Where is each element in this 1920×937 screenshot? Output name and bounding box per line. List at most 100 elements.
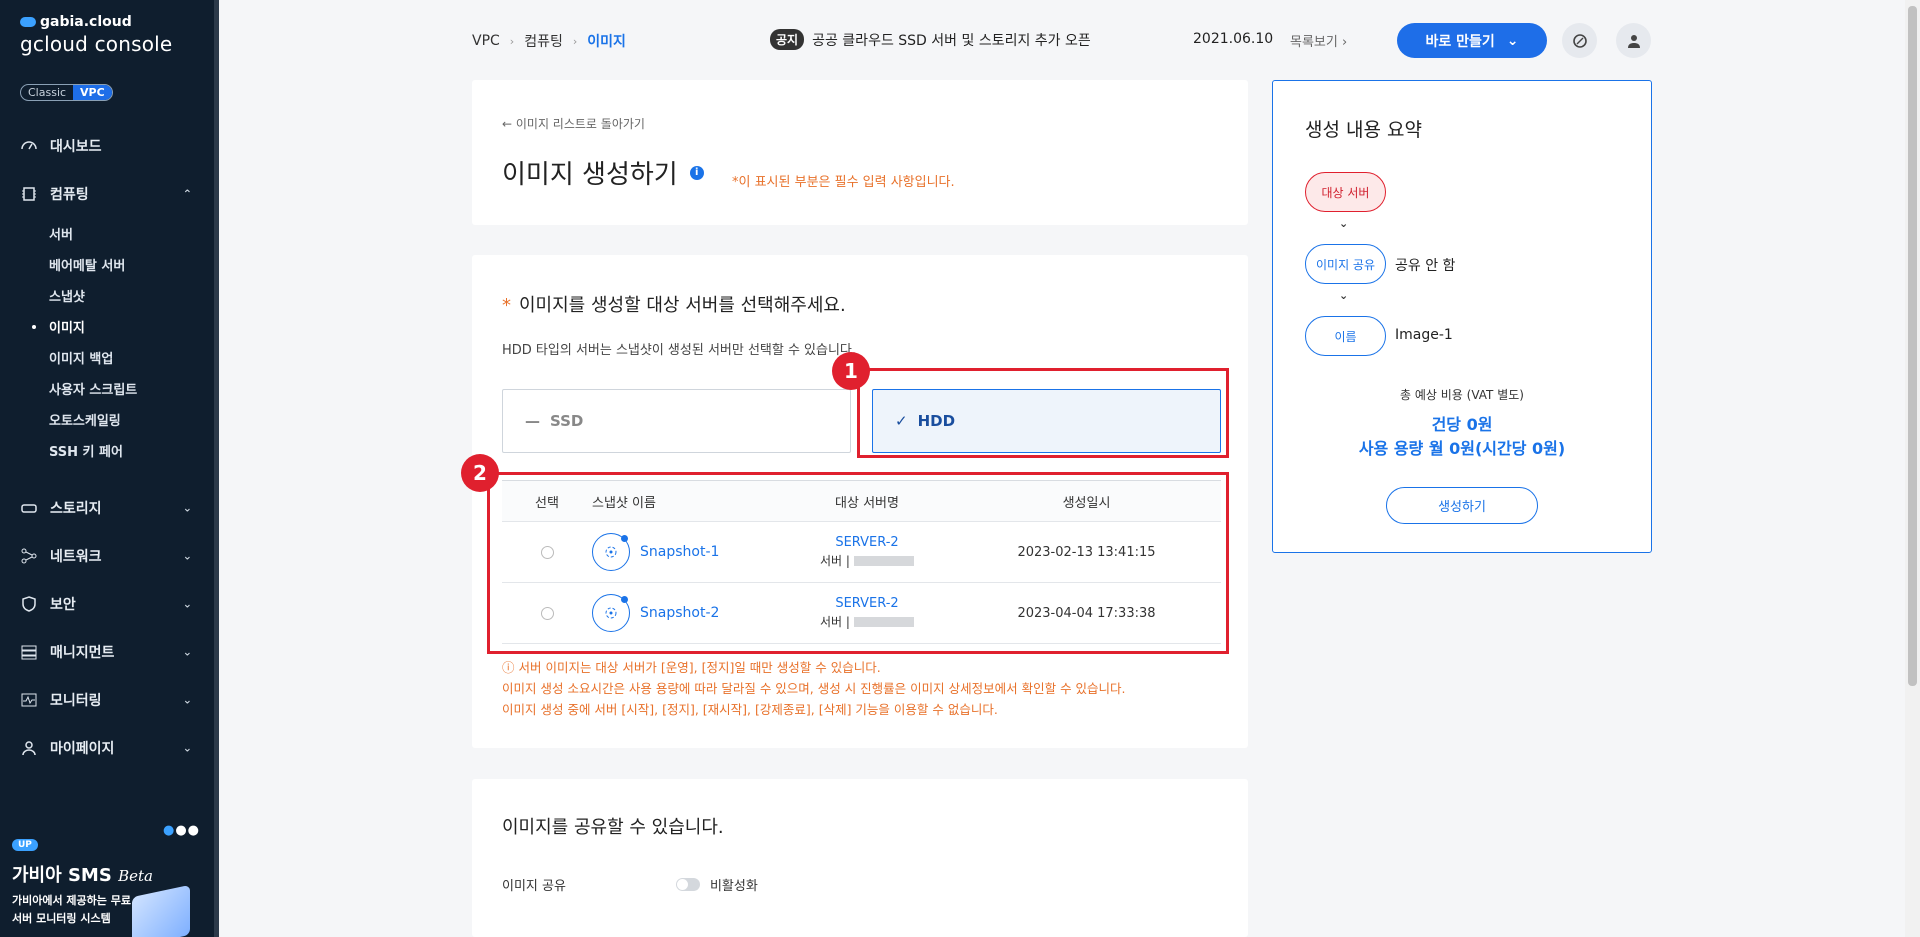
sidebar-item-storage[interactable]: 스토리지 ⌄ bbox=[0, 484, 214, 532]
sms-promo-banner[interactable]: ●●● UP 가비아 SMS Beta 가비아에서 제공하는 무료 서버 모니터… bbox=[0, 803, 214, 937]
sidebar-nav: 대시보드 컴퓨팅 ⌃ 서버 베어메탈 서버 스냅샷 이미지 이미지 백업 사용자… bbox=[0, 122, 214, 772]
share-card: 이미지를 공유할 수 있습니다. 이미지 공유 비활성화 bbox=[472, 779, 1248, 937]
share-label: 이미지 공유 bbox=[502, 879, 566, 894]
annotation-box-2 bbox=[487, 472, 1229, 654]
sidebar-item-mypage[interactable]: 마이페이지 ⌄ bbox=[0, 724, 214, 772]
create-image-button[interactable]: 생성하기 bbox=[1386, 487, 1538, 524]
chevron-down-icon: ⌄ bbox=[182, 645, 192, 659]
sidebar-item-label: 컴퓨팅 bbox=[50, 187, 89, 203]
page-scrollbar[interactable] bbox=[1905, 0, 1920, 937]
summary-pill-name: 이름 bbox=[1305, 316, 1386, 356]
sidebar-item-monitoring[interactable]: 모니터링 ⌄ bbox=[0, 676, 214, 724]
top-header: VPC › 컴퓨팅 › 이미지 공지 공공 클라우드 SSD 서버 및 스토리지… bbox=[219, 0, 1920, 80]
title-card: ← 이미지 리스트로 돌아가기 이미지 생성하기 i *이 표시된 부분은 필수… bbox=[472, 80, 1248, 225]
server-rack-icon bbox=[20, 643, 38, 661]
summary-pill-target-server: 대상 서버 bbox=[1305, 172, 1386, 212]
minus-icon: — bbox=[525, 412, 540, 430]
notice-banner[interactable]: 공지 공공 클라우드 SSD 서버 및 스토리지 추가 오픈 bbox=[770, 29, 1091, 50]
sidebar-sub-baremetal[interactable]: 베어메탈 서버 bbox=[0, 249, 214, 280]
required-note: *이 표시된 부분은 필수 입력 사항입니다. bbox=[732, 175, 955, 190]
warning-notes: ⓘ 서버 이미지는 대상 서버가 [운영], [정지]일 때만 생성할 수 있습… bbox=[502, 657, 1126, 720]
sidebar-item-computing[interactable]: 컴퓨팅 ⌃ bbox=[0, 170, 214, 218]
toggle-classic[interactable]: Classic bbox=[21, 85, 73, 100]
breadcrumb-computing[interactable]: 컴퓨팅 bbox=[524, 31, 563, 51]
chat-button[interactable] bbox=[1562, 23, 1597, 58]
notice-tag: 공지 bbox=[770, 29, 805, 50]
annotation-badge-1: 1 bbox=[832, 352, 870, 390]
quick-create-button[interactable]: 바로 만들기 ⌄ bbox=[1397, 23, 1547, 58]
cost-per-item: 건당 0원 bbox=[1431, 415, 1493, 434]
sidebar-item-label: 스토리지 bbox=[50, 501, 102, 517]
sidebar-scrollbar[interactable] bbox=[214, 0, 219, 937]
sidebar-item-dashboard[interactable]: 대시보드 bbox=[0, 122, 214, 170]
sidebar-item-label: 네트워크 bbox=[50, 549, 102, 565]
chevron-right-icon: › bbox=[572, 34, 578, 48]
notice-date: 2021.06.10 bbox=[1193, 31, 1274, 47]
chevron-down-icon: ⌄ bbox=[182, 501, 192, 515]
summary-title: 생성 내용 요약 bbox=[1305, 119, 1422, 141]
sidebar-sub-server[interactable]: 서버 bbox=[0, 218, 214, 249]
share-row: 이미지 공유 비활성화 bbox=[502, 875, 758, 894]
share-title: 이미지를 공유할 수 있습니다. bbox=[502, 817, 724, 838]
summary-pill-image-share: 이미지 공유 bbox=[1305, 244, 1386, 284]
section-desc: HDD 타입의 서버는 스냅샷이 생성된 서버만 선택할 수 있습니다. bbox=[502, 343, 857, 358]
sidebar-sub-autoscaling[interactable]: 오토스케일링 bbox=[0, 404, 214, 435]
sidebar-item-network[interactable]: 네트워크 ⌄ bbox=[0, 532, 214, 580]
warning-line: 이미지 생성 중에 서버 [시작], [정지], [재시작], [강제종료], … bbox=[502, 702, 998, 717]
chevron-down-icon: ⌄ bbox=[182, 597, 192, 611]
cloud-logo-icon bbox=[20, 17, 36, 27]
sidebar-item-label: 매니지먼트 bbox=[50, 645, 115, 661]
gauge-icon bbox=[20, 137, 38, 155]
summary-name-value: Image-1 bbox=[1395, 327, 1453, 343]
promo-title: 가비아 SMS Beta bbox=[12, 865, 153, 886]
warning-line: ⓘ 서버 이미지는 대상 서버가 [운영], [정지]일 때만 생성할 수 있습… bbox=[502, 660, 881, 675]
chevron-down-icon: ⌄ bbox=[182, 549, 192, 563]
sidebar-sub-ssh-keypair[interactable]: SSH 키 페어 bbox=[0, 435, 214, 466]
type-ssd-option[interactable]: — SSD bbox=[502, 389, 851, 453]
section-title: * 이미지를 생성할 대상 서버를 선택해주세요. bbox=[502, 295, 846, 316]
notice-text[interactable]: 공공 클라우드 SSD 서버 및 스토리지 추가 오픈 bbox=[812, 30, 1091, 50]
share-state: 비활성화 bbox=[709, 879, 758, 894]
sidebar-sub-image[interactable]: 이미지 bbox=[0, 311, 214, 342]
warning-line: 이미지 생성 소요시간은 사용 용량에 따라 달라질 수 있으며, 생성 시 진… bbox=[502, 681, 1126, 696]
info-icon[interactable]: i bbox=[689, 165, 704, 180]
scrollbar-thumb[interactable] bbox=[1908, 6, 1917, 686]
arrow-left-icon: ← bbox=[502, 117, 516, 131]
summary-panel: 생성 내용 요약 대상 서버 ⌄ 이미지 공유 공유 안 함 ⌄ 이름 Imag… bbox=[1272, 80, 1652, 553]
pulse-icon bbox=[20, 691, 38, 709]
user-icon bbox=[20, 739, 38, 757]
annotation-box-1 bbox=[857, 368, 1229, 458]
sidebar-item-label: 보안 bbox=[50, 597, 76, 613]
promo-desc: 가비아에서 제공하는 무료 서버 모니터링 시스템 bbox=[12, 894, 131, 925]
chevron-down-icon: ⌄ bbox=[182, 693, 192, 707]
sidebar-item-label: 대시보드 bbox=[50, 139, 102, 155]
chevron-down-icon: ⌄ bbox=[182, 741, 192, 755]
sidebar-sub-snapshot[interactable]: 스냅샷 bbox=[0, 280, 214, 311]
sidebar-sub-image-backup[interactable]: 이미지 백업 bbox=[0, 342, 214, 373]
breadcrumb-image[interactable]: 이미지 bbox=[587, 31, 626, 51]
cost-label: 총 예상 비용 (VAT 별도) bbox=[1400, 388, 1524, 402]
breadcrumb-vpc[interactable]: VPC bbox=[472, 33, 500, 49]
network-icon bbox=[20, 547, 38, 565]
sidebar-item-management[interactable]: 매니지먼트 ⌄ bbox=[0, 628, 214, 676]
promo-illustration bbox=[132, 884, 190, 937]
chat-icon bbox=[1572, 33, 1587, 48]
toggle-vpc[interactable]: VPC bbox=[73, 85, 112, 100]
breadcrumb: VPC › 컴퓨팅 › 이미지 bbox=[472, 31, 626, 51]
sidebar-sub-user-script[interactable]: 사용자 스크립트 bbox=[0, 373, 214, 404]
brand-logo[interactable]: gabia.cloud gcloud console bbox=[20, 14, 172, 56]
cost-monthly: 사용 용량 월 0원(시간당 0원) bbox=[1358, 439, 1566, 458]
carousel-dots[interactable]: ●●● bbox=[163, 823, 200, 838]
notice-more-link[interactable]: 목록보기 › bbox=[1290, 31, 1347, 50]
target-server-card: * 이미지를 생성할 대상 서버를 선택해주세요. HDD 타입의 서버는 스냅샷… bbox=[461, 255, 1248, 748]
sidebar-item-label: 마이페이지 bbox=[50, 741, 115, 757]
chevron-down-icon: ⌄ bbox=[1506, 32, 1519, 49]
share-toggle[interactable] bbox=[675, 878, 700, 891]
classic-vpc-toggle[interactable]: Classic VPC bbox=[20, 84, 113, 101]
chip-icon bbox=[20, 185, 38, 203]
profile-button[interactable] bbox=[1616, 23, 1651, 58]
summary-share-value: 공유 안 함 bbox=[1395, 258, 1456, 274]
back-to-list-link[interactable]: ← 이미지 리스트로 돌아가기 bbox=[502, 115, 645, 132]
sidebar: gabia.cloud gcloud console Classic VPC 대… bbox=[0, 0, 219, 937]
sidebar-item-security[interactable]: 보안 ⌄ bbox=[0, 580, 214, 628]
